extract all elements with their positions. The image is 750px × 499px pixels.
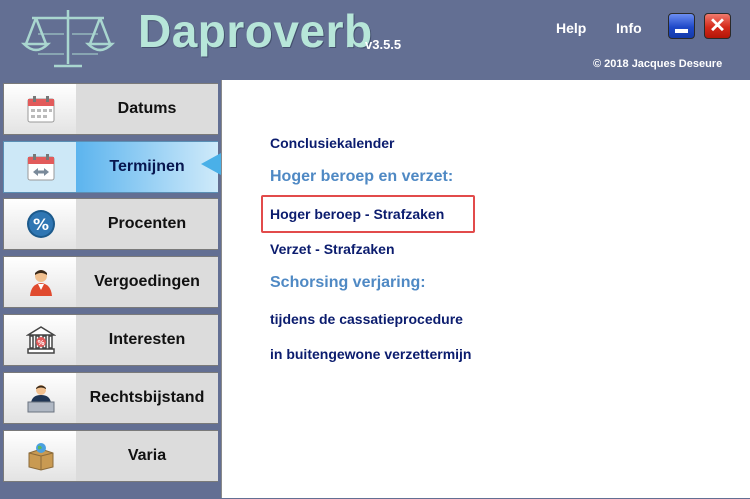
sidebar-item-label: Procenten (76, 199, 218, 249)
lawyer-desk-icon (27, 385, 55, 413)
sidebar-item-label: Vergoedingen (76, 257, 218, 307)
app-title: Daproverb (138, 5, 373, 57)
close-button[interactable]: ✕ (704, 13, 731, 39)
link-hoger-beroep-strafzaken[interactable]: Hoger beroep - Strafzaken (270, 206, 444, 222)
svg-text:%: % (33, 215, 49, 234)
section-heading-hoger-beroep: Hoger beroep en verzet: (270, 168, 454, 185)
percent-icon: % (27, 210, 55, 238)
minimize-button[interactable] (668, 13, 695, 39)
sidebar-item-label: Rechtsbijstand (76, 373, 218, 423)
app-header: Daproverb v3.5.5 Help Info ✕ © 2018 Jacq… (0, 0, 750, 80)
sidebar-item-vergoedingen[interactable]: Vergoedingen (3, 256, 218, 308)
sidebar-item-label: Termijnen (76, 142, 218, 192)
minimize-icon (675, 29, 688, 33)
sidebar-item-interesten[interactable]: % Interesten (3, 314, 218, 366)
sidebar-item-varia[interactable]: Varia (3, 430, 218, 482)
link-conclusiekalender[interactable]: Conclusiekalender (270, 135, 395, 151)
svg-text:%: % (37, 339, 44, 347)
person-icon (30, 270, 52, 296)
sidebar-item-datums[interactable]: Datums (3, 83, 218, 135)
close-icon: ✕ (709, 15, 726, 37)
sidebar-item-procenten[interactable]: % Procenten (3, 198, 218, 250)
calendar-icon (27, 96, 55, 123)
sidebar-item-label: Datums (76, 84, 218, 134)
section-heading-schorsing: Schorsing verjaring: (270, 274, 426, 291)
scales-of-justice-icon (20, 10, 116, 68)
version-label: v3.5.5 (365, 37, 402, 52)
sidebar-item-label: Varia (76, 431, 218, 481)
link-cassatieprocedure[interactable]: tijdens de cassatieprocedure (270, 311, 463, 327)
sidebar-nav: Datums Termijnen % Procenten Vergoedinge… (0, 80, 222, 499)
calendar-arrows-icon (27, 154, 55, 181)
copyright-label: © 2018 Jacques Deseure (593, 58, 723, 70)
sidebar-item-label: Interesten (76, 315, 218, 365)
info-link[interactable]: Info (616, 20, 642, 36)
link-buitengewone-verzettermijn[interactable]: in buitengewone verzettermijn (270, 346, 471, 362)
sidebar-item-rechtsbijstand[interactable]: Rechtsbijstand (3, 372, 218, 424)
sidebar-item-termijnen[interactable]: Termijnen (3, 141, 218, 193)
bank-icon: % (26, 326, 56, 354)
box-globe-icon (28, 443, 54, 471)
help-link[interactable]: Help (556, 20, 586, 36)
active-indicator-arrow (201, 153, 221, 175)
content-panel: Conclusiekalender Hoger beroep en verzet… (221, 80, 750, 498)
link-verzet-strafzaken[interactable]: Verzet - Strafzaken (270, 241, 395, 257)
